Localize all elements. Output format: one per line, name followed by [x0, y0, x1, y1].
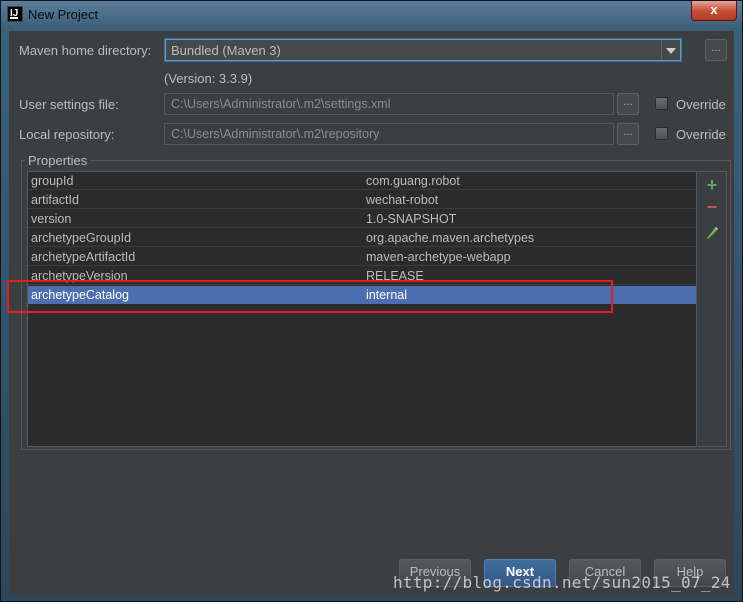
local-repository-label: Local repository:: [19, 127, 115, 142]
chevron-down-icon[interactable]: [661, 40, 680, 60]
table-row[interactable]: version 1.0-SNAPSHOT: [28, 210, 696, 228]
user-settings-label: User settings file:: [19, 97, 119, 112]
table-row[interactable]: archetypeArtifactId maven-archetype-weba…: [28, 248, 696, 266]
table-row[interactable]: artifactId wechat-robot: [28, 191, 696, 209]
property-value: org.apache.maven.archetypes: [366, 231, 535, 245]
property-value: wechat-robot: [366, 193, 439, 207]
local-repository-override-label: Override: [676, 127, 726, 142]
property-key: groupId: [31, 174, 74, 188]
properties-toolbar: + −: [698, 171, 727, 447]
property-value: 1.0-SNAPSHOT: [366, 212, 457, 226]
edit-pencil-svg: [706, 227, 718, 240]
property-value: maven-archetype-webapp: [366, 250, 511, 264]
maven-home-browse-button[interactable]: ...: [705, 39, 727, 61]
property-key: artifactId: [31, 193, 79, 207]
local-repository-browse-button[interactable]: ...: [617, 123, 639, 145]
maven-home-value: Bundled (Maven 3): [171, 43, 281, 58]
watermark: http://blog.csdn.net/sun2015_07_24: [393, 573, 731, 592]
close-icon[interactable]: x: [691, 1, 737, 21]
maven-version-text: (Version: 3.3.9): [164, 71, 253, 86]
maven-home-label: Maven home directory:: [19, 43, 152, 58]
property-key: version: [31, 212, 72, 226]
highlight-box: [7, 280, 613, 313]
maven-home-combo[interactable]: Bundled (Maven 3): [165, 39, 681, 61]
table-row[interactable]: groupId com.guang.robot: [28, 172, 696, 190]
edit-pencil-icon[interactable]: [704, 226, 720, 242]
user-settings-override-label: Override: [676, 97, 726, 112]
user-settings-override-checkbox[interactable]: [655, 97, 668, 110]
title-bar[interactable]: IJ New Project x: [1, 1, 742, 28]
user-settings-field[interactable]: C:\Users\Administrator\.m2\settings.xml: [164, 93, 614, 115]
property-value: com.guang.robot: [366, 174, 460, 188]
add-icon[interactable]: +: [704, 176, 720, 194]
new-project-window: IJ New Project x Maven home directory: B…: [0, 0, 743, 602]
intellij-app-icon: IJ: [7, 6, 23, 22]
dialog-content: Maven home directory: Bundled (Maven 3) …: [7, 31, 734, 596]
property-key: archetypeGroupId: [31, 231, 132, 245]
properties-title: Properties: [25, 153, 91, 168]
property-key: archetypeArtifactId: [31, 250, 136, 264]
table-row[interactable]: archetypeGroupId org.apache.maven.archet…: [28, 229, 696, 247]
local-repository-override-checkbox[interactable]: [655, 127, 668, 140]
local-repository-field[interactable]: C:\Users\Administrator\.m2\repository: [164, 123, 614, 145]
window-title: New Project: [28, 7, 99, 22]
remove-icon[interactable]: −: [704, 198, 720, 216]
user-settings-browse-button[interactable]: ...: [617, 93, 639, 115]
